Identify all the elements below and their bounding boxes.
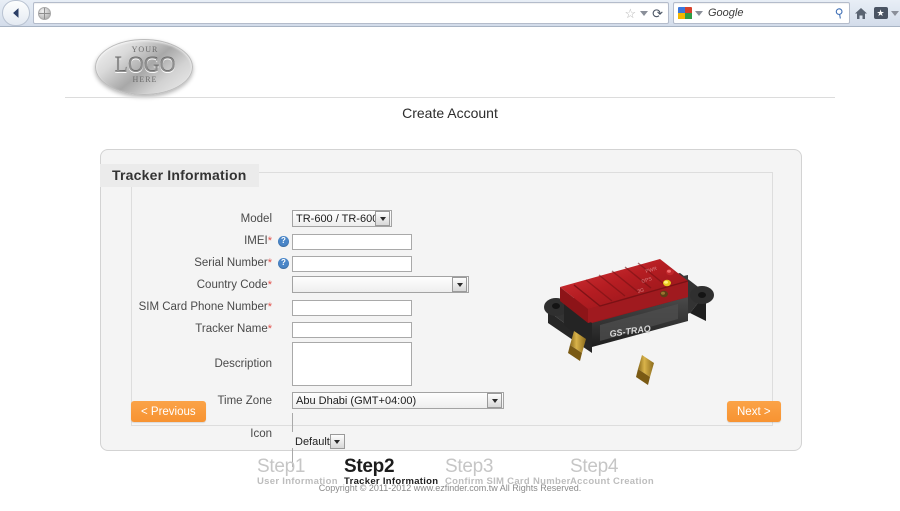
help-slot-description: [275, 342, 290, 360]
search-engine-chevron-icon[interactable]: [695, 10, 703, 16]
help-icon[interactable]: ?: [278, 235, 289, 247]
step-1-number: Step1: [257, 456, 306, 477]
label-country-code: Country Code*: [100, 276, 275, 294]
label-imei: IMEI*: [100, 232, 275, 250]
bookmark-icon: ★: [873, 7, 888, 19]
tracker-name-input[interactable]: [292, 322, 412, 338]
label-tracker-name: Tracker Name*: [100, 320, 275, 338]
address-bar-actions: ☆ ⟳: [624, 7, 668, 20]
help-slot-country-code: [275, 276, 290, 294]
url-input[interactable]: [51, 5, 625, 21]
label-description-text: Description: [214, 358, 272, 370]
chevron-down-icon: [334, 439, 341, 444]
fieldset-legend: Tracker Information: [100, 164, 259, 187]
model-select-value: TR-600 / TR-600G: [296, 212, 375, 225]
help-slot-imei: ?: [275, 232, 290, 250]
time-zone-select[interactable]: Abu Dhabi (GMT+04:00): [292, 392, 504, 409]
next-button[interactable]: Next >: [727, 401, 781, 422]
step-3-number: Step3: [445, 456, 494, 477]
label-serial-number: Serial Number*: [100, 254, 275, 272]
sim-card-phone-number-input-wrap: [292, 298, 412, 316]
back-arrow-icon: [13, 8, 19, 18]
search-icon[interactable]: ⚲: [834, 5, 845, 20]
chevron-down-icon: [456, 282, 463, 287]
search-bar[interactable]: Google ⚲: [673, 2, 850, 24]
chevron-down-icon: [491, 398, 498, 403]
step-2-number: Step2: [344, 456, 395, 477]
previous-button[interactable]: < Previous: [131, 401, 206, 422]
imei-input-wrap: [292, 232, 412, 250]
description-textarea-wrap: [292, 342, 412, 391]
label-model: Model: [100, 210, 275, 228]
model-select-wrap: TR-600 / TR-600G: [292, 210, 392, 227]
search-input[interactable]: Google: [703, 7, 835, 19]
help-icon[interactable]: ?: [278, 257, 289, 269]
globe-icon: [38, 6, 51, 20]
label-description: Description: [100, 342, 275, 386]
bookmark-star-icon[interactable]: ☆: [624, 7, 636, 20]
help-slot-serial-number: ?: [275, 254, 290, 272]
help-slot-icon: [275, 414, 290, 432]
home-icon: [855, 7, 867, 19]
bookmarks-chevron-icon[interactable]: [890, 10, 899, 16]
gps-tracker-illustration: GS-TRAQ PWR GPS 3G: [544, 259, 714, 385]
help-slot-sim-card-phone-number: [275, 298, 290, 316]
google-logo-icon: [678, 6, 692, 20]
site-logo: Your Logo Here: [95, 35, 195, 95]
bookmarks-button[interactable]: ★: [872, 2, 900, 24]
country-code-select[interactable]: [292, 276, 469, 293]
label-country-code-text: Country Code: [196, 279, 268, 291]
required-marker: *: [267, 301, 272, 313]
serial-number-input-wrap: [292, 254, 412, 272]
reload-icon[interactable]: ⟳: [652, 7, 663, 20]
label-sim-card-phone-number-text: SIM Card Phone Number: [138, 301, 268, 313]
label-sim-card-phone-number: SIM Card Phone Number*: [100, 298, 275, 316]
icon-listbox-value: Default: [295, 435, 330, 448]
description-textarea[interactable]: [292, 342, 412, 386]
time-zone-select-value: Abu Dhabi (GMT+04:00): [296, 394, 417, 407]
time-zone-select-wrap: Abu Dhabi (GMT+04:00): [292, 392, 504, 409]
chevron-down-icon[interactable]: [640, 10, 649, 16]
model-select-arrow[interactable]: [375, 211, 390, 226]
bookmark-star-glyph: ★: [876, 7, 885, 18]
required-marker: *: [267, 279, 272, 291]
required-marker: *: [267, 257, 272, 269]
help-slot-model: [275, 210, 290, 228]
label-imei-text: IMEI: [244, 235, 268, 247]
home-button[interactable]: [850, 2, 872, 24]
logo-bottom-text: Here: [132, 75, 158, 84]
tracker-name-input-wrap: [292, 320, 412, 338]
tracker-device-image: GS-TRAQ PWR GPS 3G: [530, 227, 730, 387]
icon-listbox-selected-row[interactable]: Default: [292, 432, 347, 449]
label-icon-text: Icon: [250, 428, 272, 440]
required-marker: *: [267, 323, 272, 335]
header-divider: [65, 97, 835, 98]
address-bar[interactable]: ☆ ⟳: [33, 2, 669, 24]
back-button[interactable]: [2, 0, 30, 26]
imei-input[interactable]: [292, 234, 412, 250]
required-marker: *: [267, 235, 272, 247]
country-code-select-arrow[interactable]: [452, 277, 467, 292]
model-select[interactable]: TR-600 / TR-600G: [292, 210, 392, 227]
page-body: Your Logo Here Create Account Tracker In…: [0, 27, 900, 511]
copyright-text: Copyright © 2011-2012 www.ezfinder.com.t…: [318, 483, 582, 493]
icon-listbox-arrow[interactable]: [329, 434, 345, 449]
label-model-text: Model: [240, 213, 272, 225]
label-tracker-name-text: Tracker Name: [195, 323, 268, 335]
help-slot-time-zone: [275, 392, 290, 410]
label-time-zone-text: Time Zone: [217, 395, 272, 407]
browser-toolbar: ☆ ⟳ Google ⚲ ★: [0, 0, 900, 27]
help-slot-tracker-name: [275, 320, 290, 338]
label-serial-number-text: Serial Number: [194, 257, 268, 269]
chevron-down-icon: [379, 216, 386, 221]
form-row-model: Model TR-600 / TR-600G: [100, 210, 802, 228]
step-4-number: Step4: [570, 456, 619, 477]
country-code-select-wrap: [292, 276, 469, 293]
sim-card-phone-number-input[interactable]: [292, 300, 412, 316]
page-title: Create Account: [402, 105, 498, 121]
serial-number-input[interactable]: [292, 256, 412, 272]
time-zone-select-arrow[interactable]: [487, 393, 502, 408]
